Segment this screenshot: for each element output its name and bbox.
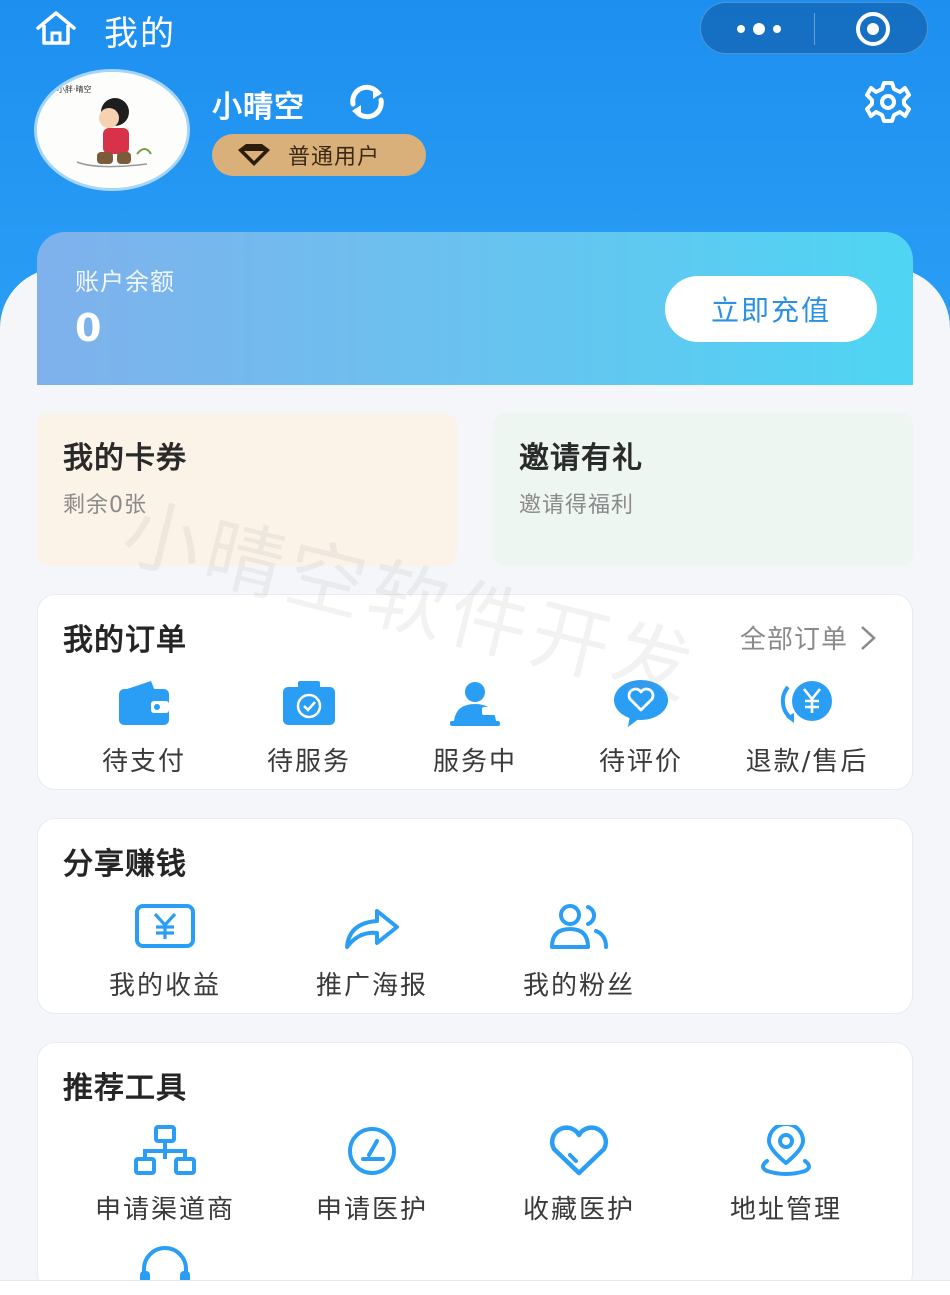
orders-title: 我的订单: [63, 623, 187, 658]
svg-text:小胖·晴空: 小胖·晴空: [57, 84, 92, 94]
all-orders-label: 全部订单: [739, 625, 848, 655]
tool-item-label: 地址管理: [729, 1195, 842, 1225]
tool-item-label: 收藏医护: [522, 1195, 635, 1225]
share-promo-poster[interactable]: 推广海报: [287, 901, 457, 1002]
tool-item-label: 申请医护: [315, 1195, 428, 1225]
invite-card-title: 邀请有礼: [519, 441, 643, 476]
page-title: 我的: [104, 14, 176, 54]
fans-icon: [550, 904, 608, 949]
order-pending-service[interactable]: 待服务: [224, 677, 394, 778]
tool-item-label: 申请渠道商: [94, 1195, 235, 1225]
avatar-image: 小胖·晴空: [37, 72, 187, 188]
gear-icon[interactable]: [862, 80, 914, 124]
balance-card: 账户余额 0 立即充值: [37, 232, 913, 385]
medical-icon: [348, 1127, 396, 1175]
more-dots-icon[interactable]: [731, 17, 787, 41]
share-item-label: 推广海报: [315, 971, 428, 1001]
tab-bar: [0, 1280, 950, 1295]
coupon-card[interactable]: 我的卡券 剩余0张: [37, 413, 457, 566]
invite-card[interactable]: 邀请有礼 邀请得福利: [493, 413, 913, 566]
coupon-card-subtitle: 剩余0张: [63, 493, 147, 518]
order-in-service[interactable]: 服务中: [390, 677, 560, 778]
balance-label: 账户余额: [75, 268, 175, 296]
share-section: 分享赚钱 我的收益 推广海报 我的粉丝: [37, 818, 913, 1014]
order-pending-review[interactable]: 待评价: [556, 677, 726, 778]
chevron-right-icon: [861, 625, 876, 650]
tool-apply-channel[interactable]: 申请渠道商: [80, 1125, 250, 1226]
order-pending-payment[interactable]: 待支付: [59, 677, 229, 778]
wallet-icon: [119, 681, 169, 725]
mini-program-capsule: [700, 2, 928, 54]
order-item-label: 待服务: [266, 747, 351, 777]
refresh-icon[interactable]: [344, 82, 390, 122]
tool-address-management[interactable]: 地址管理: [701, 1125, 871, 1226]
capsule-divider: [814, 13, 815, 45]
share-arrow-icon: [345, 909, 399, 949]
share-title: 分享赚钱: [63, 847, 187, 882]
all-orders-link[interactable]: 全部订单: [740, 619, 880, 656]
order-item-label: 退款/售后: [745, 747, 869, 777]
order-item-label: 待评价: [598, 747, 683, 777]
location-icon: [761, 1125, 811, 1176]
share-item-label: 我的收益: [108, 971, 221, 1001]
heart-icon: [549, 1125, 609, 1176]
nav-bar: 我的: [0, 0, 950, 58]
order-item-label: 待支付: [101, 747, 186, 777]
network-icon: [134, 1125, 196, 1175]
avatar[interactable]: 小胖·晴空: [37, 72, 187, 188]
home-icon[interactable]: [32, 8, 80, 48]
order-item-label: 服务中: [432, 747, 517, 777]
yuan-card-icon: [135, 904, 195, 948]
user-level-badge: 普通用户: [212, 134, 426, 176]
username: 小晴空: [212, 90, 305, 125]
user-level-label: 普通用户: [288, 145, 381, 170]
invite-card-subtitle: 邀请得福利: [519, 493, 635, 518]
tool-favorite-medical[interactable]: 收藏医护: [494, 1125, 664, 1226]
balance-value: 0: [75, 306, 102, 350]
tools-section: 推荐工具 申请渠道商 申请医护 收藏医护 地址管理: [37, 1042, 913, 1292]
heart-chat-icon: [614, 680, 668, 727]
share-my-fans[interactable]: 我的粉丝: [494, 901, 664, 1002]
share-my-earnings[interactable]: 我的收益: [80, 901, 250, 1002]
share-item-label: 我的粉丝: [522, 971, 635, 1001]
diamond-icon: [238, 144, 270, 166]
coupon-card-title: 我的卡券: [63, 441, 187, 476]
target-icon[interactable]: [851, 11, 895, 47]
tools-title: 推荐工具: [63, 1071, 187, 1106]
refund-icon: [780, 681, 832, 723]
orders-section: 我的订单 全部订单 待支付 待服务 服务中 待评价 退款/售后: [37, 594, 913, 790]
order-refund-aftersale[interactable]: 退款/售后: [722, 677, 892, 778]
user-service-icon: [450, 682, 500, 726]
tool-apply-medical[interactable]: 申请医护: [287, 1125, 457, 1226]
camera-check-icon: [283, 681, 335, 725]
recharge-button[interactable]: 立即充值: [665, 276, 877, 342]
